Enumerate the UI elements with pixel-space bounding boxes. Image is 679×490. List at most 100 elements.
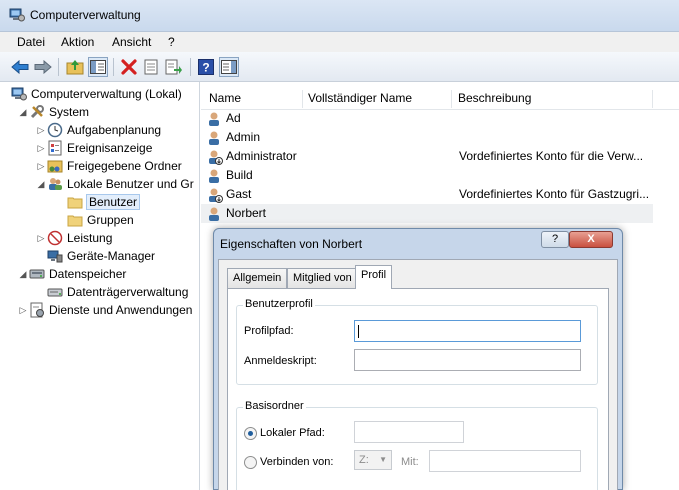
text-caret — [358, 325, 359, 338]
close-button[interactable]: X — [569, 231, 613, 248]
tree-item-users[interactable]: Benutzer — [67, 193, 141, 211]
tree-label: Geräte-Manager — [67, 249, 156, 263]
performance-icon — [47, 230, 63, 246]
column-header-name[interactable]: Name — [209, 91, 241, 105]
forward-arrow-icon[interactable] — [33, 57, 53, 77]
menu-help[interactable]: ? — [168, 35, 175, 49]
profile-path-input[interactable] — [354, 320, 581, 342]
collapse-arrow-icon[interactable]: ◢ — [17, 107, 29, 118]
user-name: Administrator — [226, 149, 297, 163]
tools-icon — [30, 105, 44, 119]
action-pane-icon[interactable] — [219, 57, 239, 77]
tree-label: Ereignisanzeige — [67, 141, 153, 155]
user-name: Norbert — [226, 206, 267, 220]
tree-item-root[interactable]: Computerverwaltung (Lokal) — [11, 85, 182, 103]
export-list-icon[interactable] — [164, 57, 184, 77]
window-title: Computerverwaltung — [30, 8, 141, 22]
folder-icon — [67, 215, 83, 227]
tree-item-device-manager[interactable]: Geräte-Manager — [47, 247, 155, 265]
tree-item-disk-management[interactable]: Datenträgerverwaltung — [47, 283, 188, 301]
tree-item-shared-folders[interactable]: ▷ Freigegebene Ordner — [35, 157, 182, 175]
user-name: Build — [226, 168, 253, 182]
toolbar: ? — [0, 52, 679, 82]
shared-folder-icon — [47, 160, 63, 173]
local-path-input[interactable] — [354, 421, 464, 443]
profile-group-title: Benutzerprofil — [243, 298, 315, 310]
user-name: Gast — [226, 187, 252, 201]
computer-management-icon — [9, 8, 25, 22]
user-icon — [209, 207, 219, 221]
svg-text:?: ? — [202, 61, 209, 75]
tree-item-groups[interactable]: Gruppen — [67, 211, 134, 229]
list-row[interactable]: Norbert — [201, 204, 653, 223]
drive-letter-select[interactable]: Z: ▼ — [354, 450, 392, 470]
tree-item-storage[interactable]: ◢ Datenspeicher — [17, 265, 127, 283]
menu-ansicht[interactable]: Ansicht — [112, 35, 151, 49]
properties-dialog: Eigenschaften von Norbert ? X Allgemein … — [213, 228, 623, 490]
expand-arrow-icon[interactable]: ▷ — [35, 125, 47, 136]
profile-tab-panel: Benutzerprofil Profilpfad: Anmeldeskript… — [227, 288, 609, 490]
connect-path-input[interactable] — [429, 450, 581, 472]
list-row[interactable]: Administrator Vordefiniertes Konto für d… — [201, 147, 653, 166]
tree-item-task-scheduler[interactable]: ▷ Aufgabenplanung — [35, 121, 161, 139]
user-description: Vordefiniertes Konto für die Verw... — [459, 149, 644, 163]
tab-allgemein[interactable]: Allgemein — [227, 268, 288, 288]
up-folder-icon[interactable] — [65, 57, 85, 77]
logon-script-input[interactable] — [354, 349, 581, 371]
tree-label: System — [49, 105, 90, 119]
local-path-label: Lokaler Pfad: — [260, 427, 325, 439]
tree-label: Freigegebene Ordner — [67, 159, 182, 173]
computer-management-icon — [11, 87, 27, 101]
expand-arrow-icon[interactable]: ▷ — [17, 305, 29, 316]
list-row[interactable]: Admin — [201, 128, 653, 147]
show-hide-tree-icon[interactable] — [88, 57, 108, 77]
back-arrow-icon[interactable] — [10, 57, 30, 77]
disabled-user-icon — [209, 188, 223, 203]
tree-item-event-viewer[interactable]: ▷ Ereignisanzeige — [35, 139, 152, 157]
menu-aktion[interactable]: Aktion — [61, 35, 94, 49]
disabled-user-icon — [209, 150, 223, 165]
title-bar: Computerverwaltung — [0, 0, 679, 32]
expand-arrow-icon[interactable]: ▷ — [35, 161, 47, 172]
users-icon — [49, 178, 62, 190]
menu-datei[interactable]: Datei — [17, 35, 45, 49]
help-button[interactable]: ? — [541, 231, 569, 248]
storage-icon — [29, 269, 45, 279]
local-path-radio[interactable] — [244, 427, 257, 440]
collapse-arrow-icon[interactable]: ◢ — [35, 179, 47, 190]
tree-item-local-users[interactable]: ◢ Lokale Benutzer und Gr — [35, 175, 194, 193]
collapse-arrow-icon[interactable]: ◢ — [17, 269, 29, 280]
device-manager-icon — [47, 250, 63, 263]
column-header-full-name[interactable]: Vollständiger Name — [308, 91, 412, 105]
tab-mitglied-von[interactable]: Mitglied von — [287, 268, 358, 288]
drive-letter-value: Z: — [359, 454, 369, 466]
tree-item-performance[interactable]: ▷ Leistung — [35, 229, 112, 247]
list-row[interactable]: Build — [201, 166, 653, 185]
tree-label: Datenspeicher — [49, 267, 127, 281]
user-name: Admin — [226, 130, 261, 144]
help-icon[interactable]: ? — [196, 57, 216, 77]
list-row[interactable]: Ad — [201, 109, 653, 128]
expand-arrow-icon[interactable]: ▷ — [35, 143, 47, 154]
tab-profil[interactable]: Profil — [355, 265, 393, 289]
connect-radio[interactable] — [244, 456, 257, 469]
tree-label: Dienste und Anwendungen — [49, 303, 193, 317]
column-header-description[interactable]: Beschreibung — [458, 91, 531, 105]
list-header: Name Vollständiger Name Beschreibung — [201, 86, 679, 110]
delete-icon[interactable] — [119, 57, 139, 77]
list-row[interactable]: Gast Vordefiniertes Konto für Gastzugri.… — [201, 185, 653, 204]
dialog-title: Eigenschaften von Norbert — [220, 237, 363, 251]
tree-label: Computerverwaltung (Lokal) — [31, 87, 182, 101]
profile-path-label: Profilpfad: — [244, 325, 294, 337]
user-description: Vordefiniertes Konto für Gastzugri... — [459, 187, 650, 201]
tree-label: Aufgabenplanung — [67, 123, 162, 137]
tree-item-system[interactable]: ◢ System — [17, 103, 89, 121]
with-label: Mit: — [401, 456, 419, 468]
expand-arrow-icon[interactable]: ▷ — [35, 233, 47, 244]
tree-label: Gruppen — [87, 213, 134, 227]
user-icon — [209, 112, 219, 126]
tree-item-services[interactable]: ▷ Dienste und Anwendungen — [17, 301, 192, 319]
properties-icon[interactable] — [141, 57, 161, 77]
home-folder-group: Basisordner Lokaler Pfad: Verbinden von:… — [236, 400, 598, 490]
connect-label: Verbinden von: — [260, 456, 334, 468]
